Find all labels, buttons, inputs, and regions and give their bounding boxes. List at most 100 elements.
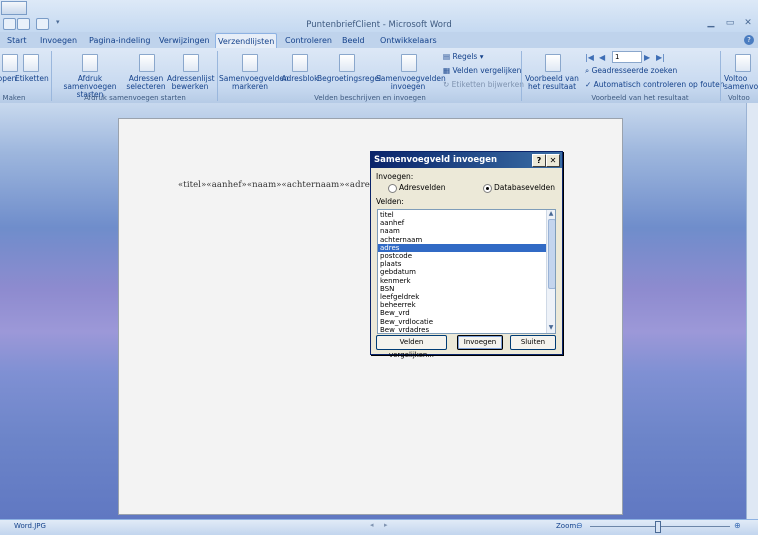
greeting-line-icon [339, 54, 355, 72]
group-separator [51, 51, 52, 101]
list-item[interactable]: gebdatum [378, 268, 548, 276]
insert-merge-field-icon [401, 54, 417, 72]
etiketten-button[interactable]: Etiketten [15, 75, 49, 83]
list-item[interactable]: BSN [378, 285, 548, 293]
velden-vergelijken-button[interactable]: ▦ Velden vergelijken [443, 67, 521, 75]
etiketten-bijwerken-button[interactable]: ↻ Etiketten bijwerken [443, 81, 524, 89]
list-item[interactable]: achternaam [378, 236, 548, 244]
auto-controleren-button[interactable]: ✓ Automatisch controleren op fouten [585, 81, 725, 89]
list-item[interactable]: aanhef [378, 219, 548, 227]
edit-recipient-list-icon [183, 54, 199, 72]
fields-listbox[interactable]: titel aanhef naam achternaam adres postcode pl… [377, 209, 556, 334]
tab-verzendlijsten[interactable]: Verzendlijsten [215, 33, 278, 49]
previous-record-icon[interactable]: ◀ [599, 53, 605, 62]
vertical-scrollbar[interactable] [746, 103, 758, 519]
list-item[interactable]: plaats [378, 260, 548, 268]
window-title: PuntenbriefClient - Microsoft Word [306, 20, 452, 30]
list-item[interactable]: Bew_vrd [378, 309, 548, 317]
tab-controleren[interactable]: Controleren [283, 35, 334, 47]
list-item[interactable]: adres [378, 243, 548, 252]
dialog-help-icon[interactable]: ? [532, 154, 546, 167]
radio-databasevelden[interactable] [483, 184, 492, 193]
dialog-title: Samenvoegveld invoegen [374, 155, 498, 165]
voorbeeld-label-2: het resultaat [527, 82, 577, 91]
list-scrollbar[interactable]: ▲ ▼ [546, 210, 555, 333]
list-item[interactable]: kenmerk [378, 277, 548, 285]
address-block-icon [292, 54, 308, 72]
find-recipient-icon: ⌕ [585, 66, 592, 75]
radio-adresvelden[interactable] [388, 184, 397, 193]
regels-button[interactable]: ▤ Regels ▾ [443, 53, 484, 61]
group-separator [521, 51, 522, 101]
status-bar [0, 519, 758, 535]
geadresseerde-zoeken-label: Geadresseerde zoeken [591, 66, 678, 75]
group-separator [217, 51, 218, 101]
zoom-slider-thumb[interactable] [655, 521, 662, 533]
scroll-left-icon[interactable]: ◂ [370, 521, 374, 529]
dialog-close-icon[interactable]: ✕ [546, 154, 560, 167]
voltooien-button[interactable]: Voltoo samenvo [724, 75, 758, 91]
insert-merge-field-dialog: Samenvoegveld invoegen ? ✕ Invoegen: Adr… [370, 151, 563, 359]
list-item[interactable]: leefgeldrek [378, 293, 548, 301]
radio-databasevelden-label[interactable]: Databasevelden [494, 183, 555, 192]
tab-invoegen[interactable]: Invoegen [38, 35, 79, 47]
minimize-icon[interactable]: ▁ [702, 18, 720, 29]
merge-fields-text[interactable]: «titel»«aanhef»«naam»«achternaam»«adres» [178, 180, 380, 190]
group-separator [720, 51, 721, 101]
close-icon[interactable]: ✕ [739, 18, 757, 29]
velden-vergelijken-dialog-button[interactable]: Velden vergelijken... [376, 335, 447, 359]
markeren-label-2: markeren [232, 82, 268, 91]
tab-ontwikkelaars[interactable]: Ontwikkelaars [378, 35, 439, 47]
invoegen-label-2: invoegen [390, 82, 426, 91]
tab-pagina-indeling[interactable]: Pagina-indeling [87, 35, 152, 47]
velden-vergelijken-label: Velden vergelijken [452, 66, 522, 75]
list-item[interactable]: postcode [378, 252, 548, 260]
list-item[interactable]: beheerrek [378, 301, 548, 309]
select-recipients-icon [139, 54, 155, 72]
regels-label: Regels [452, 52, 478, 61]
group-velden: Velden beschrijven en invoegen [314, 94, 426, 102]
list-item[interactable]: naam [378, 227, 548, 235]
adressen-selecteren-button[interactable]: Adressen selecteren [125, 75, 167, 91]
samenvoegvelden-markeren-button[interactable]: Samenvoegvelden markeren [219, 75, 289, 91]
etiketten-bijwerken-label: Etiketten bijwerken [451, 80, 524, 89]
adressen-label-2: selecteren [126, 82, 166, 91]
scroll-down-icon[interactable]: ▼ [547, 324, 555, 332]
title-bar: ▾ PuntenbriefClient - Microsoft Word ▁ ▭… [0, 0, 758, 32]
sluiten-button[interactable]: Sluiten [510, 335, 556, 350]
first-record-icon[interactable]: |◀ [585, 53, 594, 62]
list-item[interactable]: titel [378, 211, 548, 219]
begroetingsregel-button[interactable]: Begroetingsregel [317, 75, 381, 83]
zoom-slider-track[interactable] [590, 521, 730, 533]
help-icon[interactable]: ? [744, 35, 754, 45]
tab-verwijzingen[interactable]: Verwijzingen [157, 35, 212, 47]
last-record-icon[interactable]: ▶| [656, 53, 665, 62]
highlight-merge-fields-icon [242, 54, 258, 72]
finish-merge-icon [735, 54, 751, 72]
tab-start[interactable]: Start [5, 35, 29, 47]
zoom-out-icon[interactable]: ⊖ [576, 521, 583, 530]
scroll-up-icon[interactable]: ▲ [547, 210, 555, 218]
maximize-icon[interactable]: ▭ [721, 18, 739, 29]
invoegen-button[interactable]: Invoegen [457, 335, 503, 350]
adressenlijst-bewerken-button[interactable]: Adressenlijst bewerken [167, 75, 215, 91]
list-item[interactable]: Bew_vrdlocatie [378, 318, 548, 326]
voorbeeld-resultaat-button[interactable]: Voorbeeld van het resultaat [524, 75, 580, 91]
group-voltooien: Voltoo [728, 94, 750, 102]
list-item[interactable]: Bew_vrdadres [378, 326, 548, 333]
scroll-right-icon[interactable]: ▸ [384, 521, 388, 529]
office-button[interactable] [1, 1, 27, 15]
insert-label: Invoegen: [376, 172, 414, 181]
geadresseerde-zoeken-button[interactable]: ⌕ Geadresseerde zoeken [585, 67, 677, 75]
fields-label: Velden: [376, 197, 404, 206]
envelope-icon [2, 54, 18, 72]
zoom-in-icon[interactable]: ⊕ [734, 521, 741, 530]
next-record-icon[interactable]: ▶ [644, 53, 650, 62]
group-voorbeeld: Voorbeeld van het resultaat [591, 94, 689, 102]
tab-beeld[interactable]: Beeld [340, 35, 367, 47]
record-number-input[interactable] [612, 51, 642, 63]
radio-adresvelden-label[interactable]: Adresvelden [399, 183, 445, 192]
samenvoegvelden-invoegen-button[interactable]: Samenvoegvelden invoegen [376, 75, 446, 91]
adresblok-button[interactable]: Adresblok [280, 75, 320, 83]
scroll-thumb[interactable] [548, 219, 555, 289]
